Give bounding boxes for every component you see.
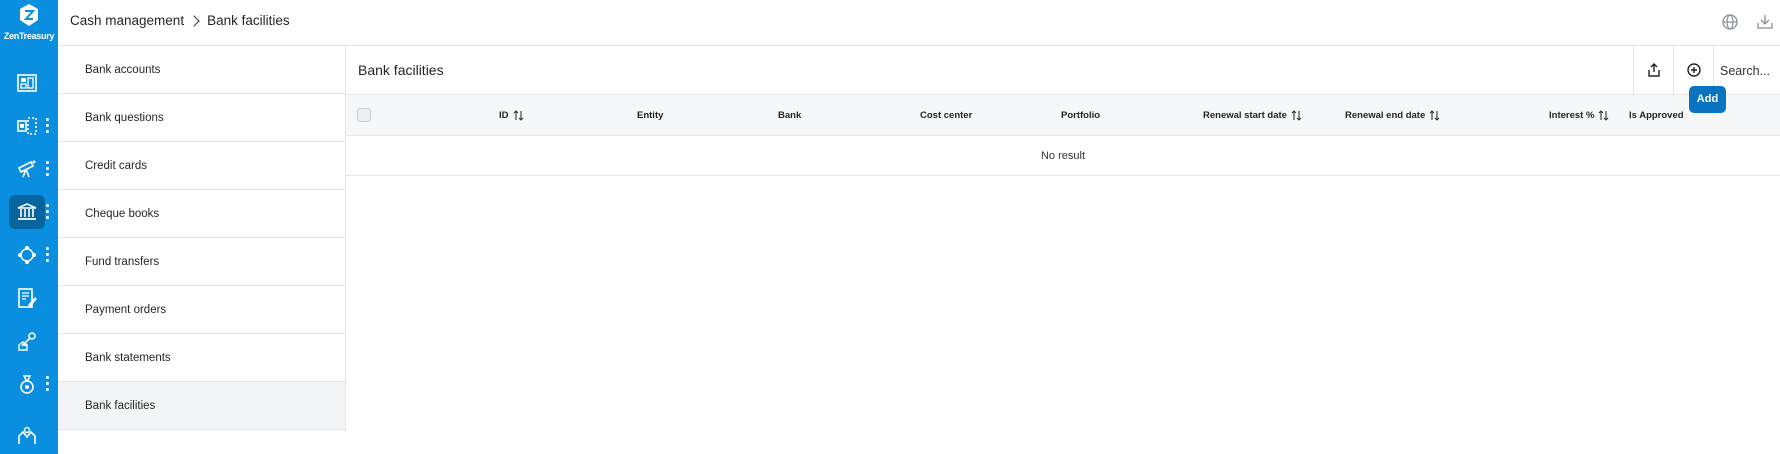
column-label: Is Approved — [1629, 110, 1684, 121]
column-renewal-end-date[interactable]: Renewal end date — [1345, 110, 1440, 121]
column-label: Portfolio — [1061, 110, 1101, 121]
breadcrumb-current: Bank facilities — [207, 13, 290, 28]
cash-flow-icon — [17, 117, 37, 135]
breadcrumb: Cash management Bank facilities — [70, 13, 290, 28]
table-header: ID Entity Bank Cost center Portfolio Ren… — [346, 95, 1780, 136]
column-entity[interactable]: Entity — [637, 110, 663, 121]
sort-icon[interactable] — [513, 110, 524, 121]
rail-item-forecast[interactable] — [9, 152, 45, 186]
rail-item-dashboard[interactable] — [9, 66, 45, 100]
column-bank[interactable]: Bank — [778, 110, 801, 121]
share-export-icon — [1648, 63, 1660, 77]
main-panel: Bank facilities Add ID Entity Bank — [346, 46, 1780, 454]
hands-icon — [18, 426, 36, 444]
column-portfolio[interactable]: Portfolio — [1061, 110, 1100, 121]
cash-flow-menu-icon[interactable] — [45, 118, 51, 134]
key-house-icon — [18, 332, 36, 351]
network-icon — [18, 246, 36, 264]
select-all-checkbox[interactable] — [357, 108, 371, 122]
page-title: Bank facilities — [358, 62, 444, 78]
nav-item-bank-questions[interactable]: Bank questions — [58, 94, 345, 142]
column-label: Renewal start date — [1203, 110, 1287, 121]
column-interest[interactable]: Interest % — [1549, 110, 1609, 121]
column-id[interactable]: ID — [499, 110, 524, 121]
rail-item-bank[interactable] — [9, 195, 45, 229]
rail-item-support[interactable] — [9, 418, 45, 452]
sort-icon[interactable] — [1291, 110, 1302, 121]
bank-icon — [17, 203, 37, 220]
nav-item-fund-transfers[interactable]: Fund transfers — [58, 238, 345, 286]
network-menu-icon[interactable] — [45, 247, 51, 263]
nav-item-cheque-books[interactable]: Cheque books — [58, 190, 345, 238]
chevron-right-icon — [188, 14, 200, 27]
add-tooltip: Add — [1689, 86, 1726, 113]
forecast-menu-icon[interactable] — [45, 161, 51, 177]
nav-item-bank-facilities[interactable]: Bank facilities — [58, 382, 345, 430]
rail-item-network[interactable] — [9, 238, 45, 272]
globe-icon[interactable] — [1721, 13, 1739, 31]
column-renewal-start-date[interactable]: Renewal start date — [1203, 110, 1302, 121]
app-name: ZenTreasury — [3, 31, 55, 41]
rail-item-documents[interactable] — [9, 281, 45, 315]
column-label: Interest % — [1549, 110, 1595, 121]
rail-item-investments[interactable] — [9, 367, 45, 401]
app-sidebar: ZenTreasury — [0, 0, 58, 454]
column-label: Entity — [637, 110, 664, 121]
column-label: Renewal end date — [1345, 110, 1426, 121]
investments-menu-icon[interactable] — [45, 376, 51, 392]
column-label: ID — [499, 110, 509, 121]
sort-icon[interactable] — [1598, 110, 1609, 121]
app-logo[interactable]: ZenTreasury — [0, 2, 58, 42]
sort-icon[interactable] — [1429, 110, 1440, 121]
column-is-approved[interactable]: Is Approved — [1629, 110, 1684, 121]
nav-item-credit-cards[interactable]: Credit cards — [58, 142, 345, 190]
bank-menu-icon[interactable] — [45, 204, 51, 220]
column-label: Bank — [778, 110, 802, 121]
dashboard-icon — [17, 74, 37, 92]
add-circle-icon — [1687, 63, 1701, 77]
download-icon[interactable] — [1756, 13, 1774, 31]
nav-item-bank-accounts[interactable]: Bank accounts — [58, 46, 345, 94]
rail-item-property[interactable] — [9, 324, 45, 358]
logo-icon — [20, 4, 38, 26]
export-button[interactable] — [1633, 46, 1673, 95]
empty-state: No result — [346, 136, 1780, 176]
nav-item-bank-statements[interactable]: Bank statements — [58, 334, 345, 382]
breadcrumb-parent[interactable]: Cash management — [70, 13, 184, 28]
money-bag-icon — [20, 375, 34, 394]
forecast-telescope-icon — [17, 160, 36, 178]
rail-item-cash-flow[interactable] — [9, 109, 45, 143]
nav-item-payment-orders[interactable]: Payment orders — [58, 286, 345, 334]
column-cost-center[interactable]: Cost center — [920, 110, 972, 121]
section-nav: Bank accounts Bank questions Credit card… — [58, 46, 346, 431]
panel-header: Bank facilities Add — [346, 46, 1780, 113]
column-label: Cost center — [920, 110, 973, 121]
document-edit-icon — [18, 288, 37, 308]
top-bar: Cash management Bank facilities — [58, 0, 1780, 46]
